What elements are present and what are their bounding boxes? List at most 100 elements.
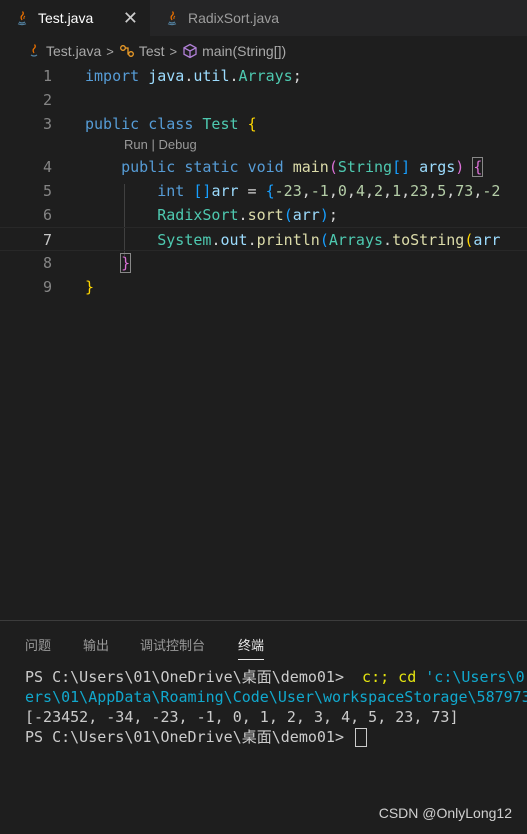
code-token: 2 bbox=[374, 182, 384, 200]
code-token: , bbox=[383, 182, 393, 200]
terminal-line: ers\01\AppData\Roaming\Code\User\workspa… bbox=[25, 688, 527, 706]
terminal-prompt: PS C:\Users\01\OneDrive\桌面\demo01> bbox=[25, 728, 354, 746]
code-token: arr bbox=[473, 231, 501, 249]
code-token: Arrays bbox=[328, 231, 384, 249]
code-token: [] bbox=[193, 182, 212, 200]
code-token: 0 bbox=[337, 182, 347, 200]
code-line[interactable]: 9} bbox=[0, 275, 527, 299]
code-token: Arrays bbox=[238, 67, 293, 85]
tab-debug-console[interactable]: 调试控制台 bbox=[140, 635, 205, 654]
breadcrumb-file-label: Test.java bbox=[46, 43, 102, 59]
code-token: ( bbox=[283, 206, 293, 224]
code-text: public static void main(String[] args) { bbox=[85, 155, 484, 179]
tab-radixsort-java[interactable]: RadixSort.java bbox=[150, 0, 310, 36]
tab-output[interactable]: 输出 bbox=[83, 635, 109, 654]
code-token: main bbox=[292, 158, 329, 176]
code-line[interactable]: 7 System.out.println(Arrays.toString(arr bbox=[0, 227, 527, 251]
chevron-right-icon: > bbox=[169, 43, 178, 59]
code-token: -1 bbox=[310, 182, 329, 200]
panel-tabs: 问题 输出 调试控制台 终端 bbox=[0, 621, 527, 665]
codelens-run-debug[interactable]: Run | Debug bbox=[124, 137, 197, 152]
code-token: ) bbox=[455, 158, 465, 176]
code-token: { bbox=[265, 182, 275, 200]
terminal-line: PS C:\Users\01\OneDrive\桌面\demo01> bbox=[25, 727, 527, 747]
code-text: public class Test { bbox=[85, 112, 257, 136]
breadcrumb-file[interactable]: Test.java bbox=[26, 43, 101, 59]
tab-label: RadixSort.java bbox=[188, 10, 280, 26]
breadcrumb-class[interactable]: Test bbox=[119, 43, 165, 59]
line-number: 6 bbox=[42, 206, 52, 224]
tab-terminal[interactable]: 终端 bbox=[238, 635, 265, 660]
code-line[interactable]: 8 } bbox=[0, 251, 527, 275]
tab-test-java[interactable]: Test.java ✕ bbox=[0, 0, 150, 36]
code-token: . bbox=[383, 231, 393, 249]
java-file-icon bbox=[30, 44, 38, 57]
code-text: int []arr = {-23,-1,0,4,2,1,23,5,73,-2 bbox=[85, 179, 500, 203]
code-token: . bbox=[238, 206, 248, 224]
code-line[interactable]: 4 public static void main(String[] args)… bbox=[0, 155, 527, 179]
code-token: ; bbox=[292, 67, 302, 85]
close-icon[interactable]: ✕ bbox=[123, 8, 138, 28]
line-number: 2 bbox=[42, 91, 52, 109]
code-token: , bbox=[446, 182, 456, 200]
code-token: args bbox=[419, 158, 456, 176]
code-text: RadixSort.sort(arr); bbox=[85, 203, 338, 227]
code-token: , bbox=[301, 182, 311, 200]
code-token: = bbox=[238, 182, 266, 200]
code-token: 23 bbox=[410, 182, 429, 200]
terminal-cursor bbox=[355, 728, 368, 747]
code-token: 1 bbox=[392, 182, 402, 200]
code-text: System.out.println(Arrays.toString(arr bbox=[85, 228, 500, 252]
line-number: 7 bbox=[42, 231, 52, 249]
code-token: class bbox=[148, 115, 194, 133]
line-number: 1 bbox=[42, 67, 52, 85]
code-token: ( bbox=[319, 231, 329, 249]
code-token: String bbox=[337, 158, 393, 176]
code-token: , bbox=[328, 182, 338, 200]
code-token: 4 bbox=[355, 182, 365, 200]
code-text: } bbox=[85, 275, 94, 299]
tab-problems[interactable]: 问题 bbox=[25, 635, 51, 654]
breadcrumb-class-label: Test bbox=[138, 43, 165, 59]
code-token: } bbox=[85, 278, 95, 296]
code-token: void bbox=[247, 158, 284, 176]
method-cube-icon bbox=[183, 43, 197, 59]
code-token: arr bbox=[211, 182, 239, 200]
code-line[interactable]: 3 public class Test { bbox=[0, 112, 527, 136]
code-token: . bbox=[229, 67, 239, 85]
bottom-panel: 问题 输出 调试控制台 终端 PS C:\Users\01\OneDrive\桌… bbox=[0, 620, 527, 834]
code-editor[interactable]: Run | Debug 1 import java.util.Arrays; 2 3 p… bbox=[0, 64, 527, 620]
terminal-command: c:; cd bbox=[353, 668, 426, 686]
code-token: [] bbox=[392, 158, 411, 176]
code-token: public bbox=[85, 115, 140, 133]
line-number: 4 bbox=[42, 158, 52, 176]
code-line[interactable]: 2 bbox=[0, 88, 527, 112]
code-line[interactable]: 1 import java.util.Arrays; bbox=[0, 64, 527, 88]
watermark: CSDN @OnlyLong12 bbox=[378, 805, 512, 821]
code-token: 73 bbox=[455, 182, 474, 200]
line-number: 3 bbox=[42, 115, 52, 133]
terminal-output[interactable]: PS C:\Users\01\OneDrive\桌面\demo01> c:; c… bbox=[25, 667, 527, 747]
code-token: ) bbox=[319, 206, 329, 224]
chevron-right-icon: > bbox=[106, 43, 114, 59]
code-line[interactable]: 5 int []arr = {-23,-1,0,4,2,1,23,5,73,-2 bbox=[0, 179, 527, 203]
code-token: , bbox=[428, 182, 438, 200]
code-token: sort bbox=[247, 206, 284, 224]
code-token: util bbox=[193, 67, 230, 85]
code-token: java bbox=[148, 67, 185, 85]
code-token: ( bbox=[464, 231, 474, 249]
code-token: { bbox=[472, 157, 484, 177]
breadcrumb-method[interactable]: main(String[]) bbox=[182, 43, 286, 59]
code-token: arr bbox=[292, 206, 320, 224]
code-line[interactable]: 6 RadixSort.sort(arr); bbox=[0, 203, 527, 227]
